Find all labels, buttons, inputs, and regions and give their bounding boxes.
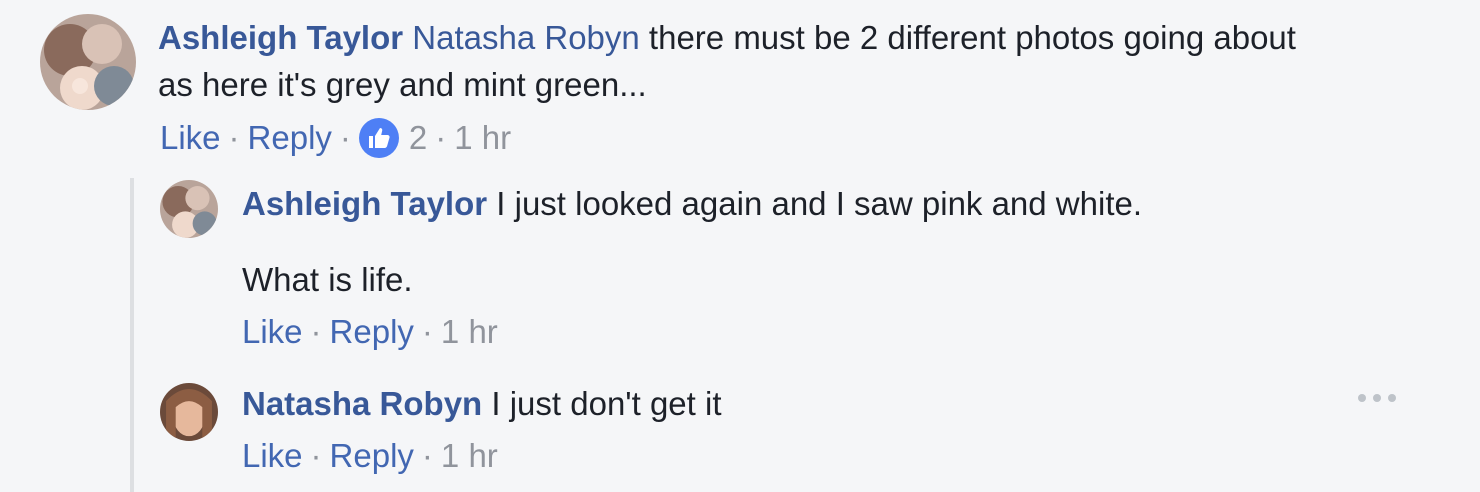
reply-link[interactable]: Reply (248, 118, 332, 158)
reply-actions: Like · Reply · 1 hr (242, 312, 498, 352)
profile-photo (40, 14, 136, 110)
profile-photo (160, 383, 218, 441)
reply-thread-line (130, 178, 134, 492)
reaction-count[interactable]: 2 (409, 118, 427, 158)
more-options-icon[interactable] (1358, 388, 1396, 408)
timestamp[interactable]: 1 hr (454, 118, 511, 158)
separator: · (421, 437, 433, 474)
avatar-natasha-robyn[interactable] (160, 383, 218, 441)
comment-text-line1: there must be 2 different photos going a… (639, 19, 1296, 56)
avatar-ashleigh-taylor-reply[interactable] (160, 180, 218, 238)
comment-actions: Like · Reply · 2 · 1 hr (160, 118, 511, 158)
separator: · (310, 313, 322, 350)
reply-body: Ashleigh Taylor I just looked again and … (242, 180, 1142, 227)
like-link[interactable]: Like (242, 312, 303, 352)
like-link[interactable]: Like (160, 118, 221, 158)
reply-body: Natasha Robyn I just don't get it (242, 380, 722, 427)
mention-link[interactable]: Natasha Robyn (412, 19, 639, 56)
thumbs-up-icon[interactable] (358, 118, 399, 158)
comment-body: Ashleigh Taylor Natasha Robyn there must… (158, 14, 1296, 61)
reply-text: I just looked again and I saw pink and w… (487, 185, 1143, 222)
like-link[interactable]: Like (242, 436, 303, 476)
reply-text-line2: What is life. (242, 261, 413, 298)
avatar-ashleigh-taylor[interactable] (40, 14, 136, 110)
dot (1373, 394, 1381, 402)
comment-text-line2: as here it's grey and mint green... (158, 66, 647, 103)
reply-author-link[interactable]: Ashleigh Taylor (242, 185, 487, 222)
reply-actions: Like · Reply · 1 hr (242, 436, 498, 476)
profile-photo (160, 180, 218, 238)
separator: · (435, 119, 447, 156)
reply-link[interactable]: Reply (330, 436, 414, 476)
comment-author-link[interactable]: Ashleigh Taylor (158, 19, 403, 56)
dot (1358, 394, 1366, 402)
separator: · (228, 119, 240, 156)
dot (1388, 394, 1396, 402)
timestamp[interactable]: 1 hr (441, 312, 498, 352)
reply-text: I just don't get it (482, 385, 722, 422)
separator: · (421, 313, 433, 350)
reply-link[interactable]: Reply (330, 312, 414, 352)
reply-author-link[interactable]: Natasha Robyn (242, 385, 482, 422)
separator: · (310, 437, 322, 474)
timestamp[interactable]: 1 hr (441, 436, 498, 476)
separator: · (339, 119, 351, 156)
